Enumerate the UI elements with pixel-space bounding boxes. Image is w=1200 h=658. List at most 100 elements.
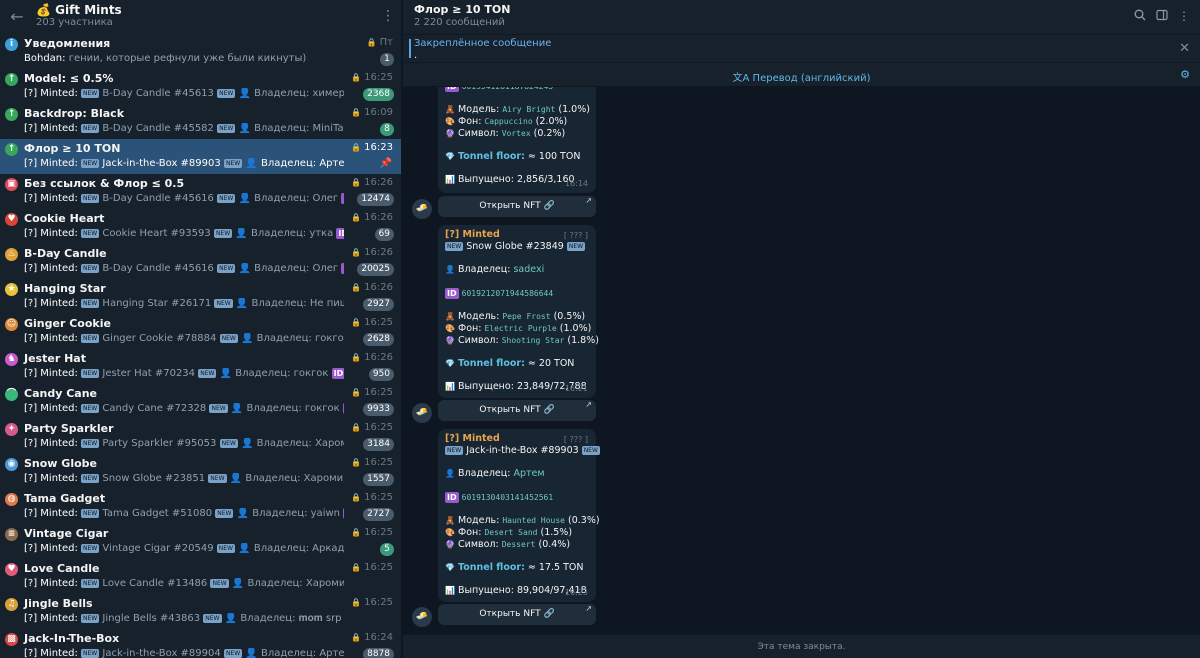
topic-item[interactable]: ↑ Backdrop: Black 🔒 16:09 [?] Minted: NEW B-…: [0, 104, 401, 139]
topic-item[interactable]: ↑ Model: ≤ 0.5% 🔒 16:25 [?] Minted: NEW B-Da…: [0, 69, 401, 104]
chat-title[interactable]: Флор ≥ 10 TON: [414, 3, 510, 16]
floor-line: 💎 Tonnel floor: ≈ 100 TON: [445, 151, 580, 162]
unread-badge: 8: [380, 123, 394, 136]
preview-owner: Владелец: Артем: [260, 158, 344, 169]
bg-icon: 🎨: [445, 117, 455, 126]
preview-item: Tama Gadget #51080: [102, 508, 213, 519]
topic-item[interactable]: ♥ Love Candle 🔒 16:25 [?] Minted: NEW Love C…: [0, 559, 401, 594]
new-tag: NEW: [215, 509, 234, 518]
owner-link[interactable]: sadexi: [513, 264, 544, 275]
close-icon[interactable]: ✕: [1179, 41, 1190, 56]
bg-percent: (1.5%): [540, 527, 573, 538]
preview-owner: Владелец: yaiwn: [252, 508, 340, 519]
gift-id[interactable]: 6019130403141452561: [462, 493, 554, 502]
topic-item[interactable]: ◍ Tama Gadget 🔒 16:25 [?] Minted: NEW Tama G…: [0, 489, 401, 524]
search-icon[interactable]: [1133, 9, 1147, 23]
translate-button[interactable]: 文A Перевод (английский): [403, 69, 1200, 84]
open-nft-button[interactable]: Открыть NFT 🔗 ↗: [438, 400, 596, 421]
topic-time-wrap: 🔒 16:26: [351, 212, 393, 223]
open-nft-label: Открыть NFT 🔗: [479, 609, 555, 619]
message-count: 2 220 сообщений: [414, 17, 505, 28]
topic-item[interactable]: ◉ Snow Globe 🔒 16:25 [?] Minted: NEW Snow Gl…: [0, 454, 401, 489]
floor-line: 💎 Tonnel floor: ≈ 17.5 TON: [445, 562, 583, 573]
topic-time: 16:26: [364, 177, 393, 188]
message-bubble: [?] Minted[ ??? ] NEW Jack-in-the-Box #89…: [438, 429, 600, 602]
new-tag: NEW: [209, 404, 228, 413]
bot-avatar[interactable]: 🧈: [412, 403, 432, 423]
topic-item[interactable]: ✦ Party Sparkler 🔒 16:25 [?] Minted: NEW Par…: [0, 419, 401, 454]
topic-time: Пт: [379, 37, 393, 48]
topic-item[interactable]: ⌒ Candy Cane 🔒 16:25 [?] Minted: NEW Candy C…: [0, 384, 401, 419]
preview-owner: Владелец: 𝐦𝐨𝐦 srp: [240, 613, 342, 624]
topic-preview: [?] Minted: NEW Jester Hat #70234 NEW 👤 …: [24, 368, 344, 379]
topic-time-wrap: 🔒 16:25: [351, 72, 393, 83]
topic-item[interactable]: ▣ Без ссылок & Флор ≤ 0.5 🔒 16:26 [?] Minted…: [0, 174, 401, 209]
topic-icon: ◍: [5, 493, 18, 506]
sym-percent: (0.2%): [533, 128, 566, 139]
id-line: ID 6019130403141452561: [445, 492, 553, 503]
topic-item[interactable]: ♫ Jingle Bells 🔒 16:25 [?] Minted: NEW Jingl…: [0, 594, 401, 629]
owner-link[interactable]: Артем: [513, 468, 544, 479]
topic-item[interactable]: ♥ Cookie Heart 🔒 16:26 [?] Minted: NEW Cooki…: [0, 209, 401, 244]
item-name: Snow Globe #23849: [466, 241, 564, 252]
open-nft-button[interactable]: Открыть NFT 🔗 ↗: [438, 196, 596, 217]
new-tag: NEW: [81, 299, 100, 308]
new-tag: NEW: [81, 404, 100, 413]
arrow-left-icon[interactable]: ←: [8, 8, 26, 26]
more-vertical-icon[interactable]: ⋮: [381, 8, 395, 24]
new-tag: NEW: [217, 124, 236, 133]
open-nft-button[interactable]: Открыть NFT 🔗 ↗: [438, 604, 596, 625]
lock-icon: 🔒: [351, 178, 362, 187]
new-tag: NEW: [81, 89, 100, 98]
bg-label: Фон:: [458, 527, 482, 538]
topic-item[interactable]: ☺ Ginger Cookie 🔒 16:25 [?] Minted: NEW Ging…: [0, 314, 401, 349]
new-tag: NEW: [81, 369, 100, 378]
lock-icon: 🔒: [351, 353, 362, 362]
preview-item: Vintage Cigar #20549: [102, 543, 214, 554]
preview-owner: Владелец: Артем: [260, 648, 344, 658]
new-tag: NEW: [217, 264, 236, 273]
bot-avatar[interactable]: 🧈: [412, 199, 432, 219]
sym-line: 🔮 Символ: Vortex (0.2%): [445, 128, 565, 139]
lock-icon: 🔒: [351, 318, 362, 327]
preview-item: Jester Hat #70234: [102, 368, 196, 379]
topic-icon: ▩: [5, 633, 18, 646]
id-tag: ID: [445, 492, 459, 503]
preview-owner: Владелец: MiniTab00: [254, 123, 344, 134]
preview-minted: [?] Minted:: [24, 333, 78, 344]
bot-avatar[interactable]: 🧈: [412, 607, 432, 627]
preview-minted: [?] Minted:: [24, 298, 78, 309]
bg-label: Фон:: [458, 116, 482, 127]
sym-value: Shooting Star: [501, 336, 565, 345]
topic-item[interactable]: ↑ Флор ≥ 10 TON 🔒 16:23 [?] Minted: NEW Jack…: [0, 139, 401, 174]
pinned-message-bar[interactable]: Закреплённое сообщение . ✕: [403, 34, 1200, 62]
topic-item[interactable]: ♨ B-Day Candle 🔒 16:26 [?] Minted: NEW B-Day…: [0, 244, 401, 279]
gift-id[interactable]: 6019212071944586644: [462, 289, 554, 298]
group-member-count: 203 участника: [36, 17, 113, 28]
id-tag: ID: [445, 288, 459, 299]
message-bubble: [?] Minted[ ??? ] NEW Snow Globe #23849 N…: [438, 225, 599, 398]
preview-minted: [?] Minted:: [24, 123, 78, 134]
topic-item[interactable]: i Уведомления 🔒 Пт Bohdan: гении, которые ре…: [0, 34, 401, 69]
topic-name: Уведомления: [24, 37, 111, 50]
unread-badge: 2628: [363, 333, 394, 346]
new-tag: NEW: [219, 334, 238, 343]
open-nft-label: Открыть NFT 🔗: [479, 405, 555, 415]
topic-name: Tama Gadget: [24, 492, 106, 505]
topic-item[interactable]: ▩ Jack-In-The-Box 🔒 16:24 [?] Minted: NEW Ja…: [0, 629, 401, 658]
topic-item[interactable]: ♞ Jester Hat 🔒 16:26 [?] Minted: NEW Jester …: [0, 349, 401, 384]
filter-settings-icon[interactable]: ⚙: [1180, 68, 1190, 81]
group-title: 💰 Gift Mints: [36, 3, 122, 17]
preview-item: Love Candle #13486: [102, 578, 208, 589]
topic-icon: ↑: [5, 108, 18, 121]
preview-minted: [?] Minted:: [24, 88, 78, 99]
sym-icon: 🔮: [445, 129, 455, 138]
sidebar-toggle-icon[interactable]: [1155, 9, 1169, 23]
topic-item[interactable]: ★ Hanging Star 🔒 16:26 [?] Minted: NEW Hangi…: [0, 279, 401, 314]
topic-item[interactable]: ≡ Vintage Cigar 🔒 16:25 [?] Minted: NEW Vint…: [0, 524, 401, 559]
gift-id[interactable]: 6019541281187824243: [462, 87, 554, 91]
unknown-label: [ ??? ]: [563, 435, 588, 444]
more-vertical-icon[interactable]: ⋮: [1177, 9, 1191, 23]
preview-item: Jingle Bells #43863: [102, 613, 201, 624]
preview-minted: [?] Minted:: [24, 193, 78, 204]
